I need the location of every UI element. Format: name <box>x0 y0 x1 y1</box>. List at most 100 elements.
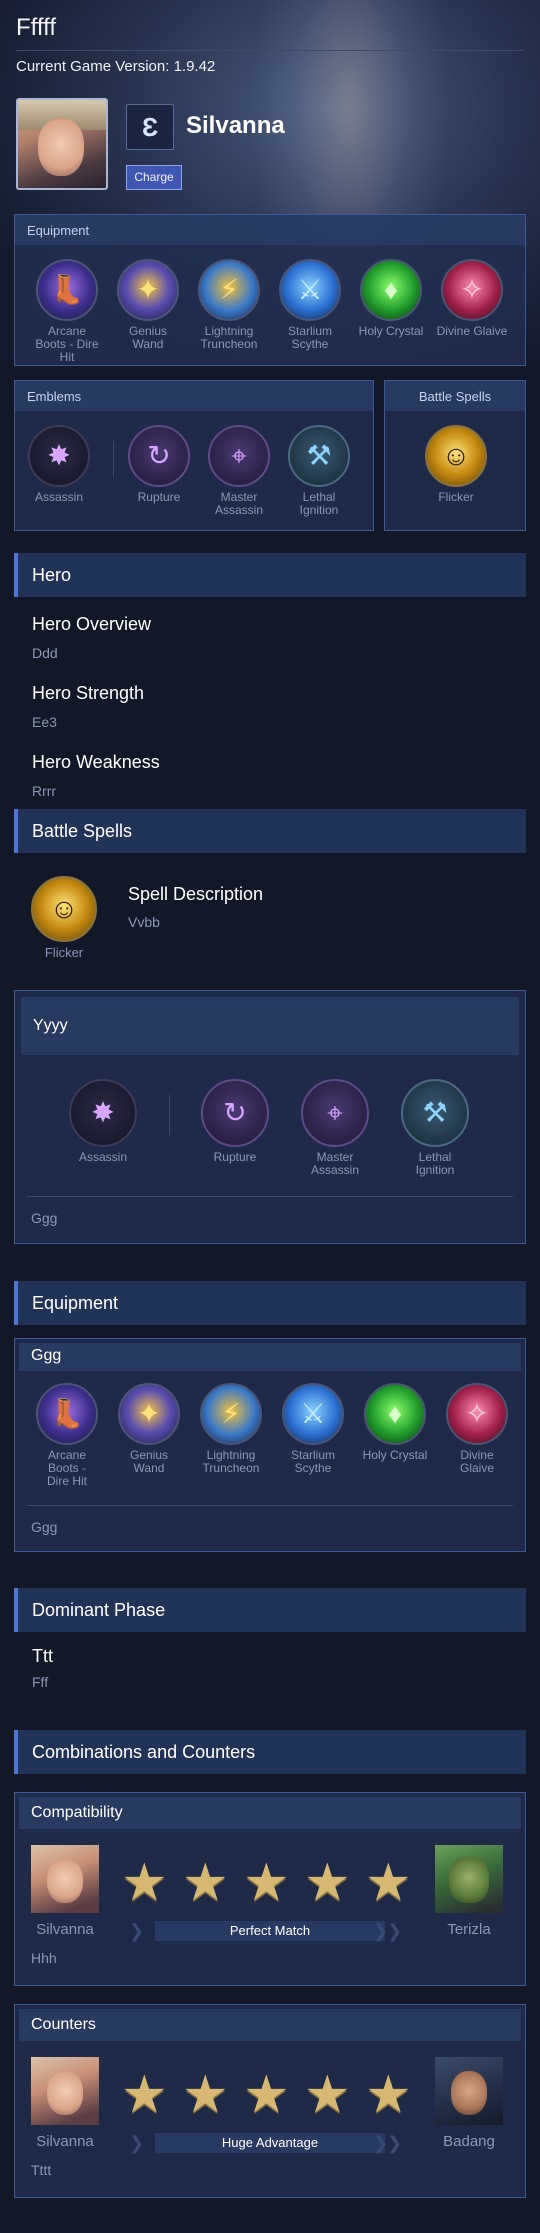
emblem-note: Ggg <box>31 1210 58 1226</box>
title-divider <box>16 50 524 51</box>
starlium-scythe-icon: ⚔ <box>282 1383 344 1445</box>
counters-panel: Counters Silvanna ★ ★ ★ ★ ★ ❯ Huge Advan… <box>14 2004 526 2198</box>
build-equipment-header: Equipment <box>15 215 525 245</box>
equipment-item[interactable]: ⚔ Starlium Scythe <box>274 259 346 351</box>
hero-avatar-terizla[interactable] <box>435 1845 503 1913</box>
hero-portrait <box>16 98 108 190</box>
emblem-item[interactable]: ⌖ Master Assassin <box>299 1079 371 1177</box>
lethal-ignition-talent-icon: ⚒ <box>288 425 350 487</box>
hero-strength-title: Hero Strength <box>32 683 145 703</box>
emblem-divider <box>113 441 114 477</box>
equipment-item[interactable]: 👢 Arcane Boots - Dire Hit <box>31 1383 103 1488</box>
genius-wand-icon: ✦ <box>117 259 179 321</box>
spell-description-title: Spell Description <box>128 884 264 904</box>
dominant-phase-text: Fff <box>32 1674 49 1690</box>
game-version: Current Game Version: 1.9.42 <box>16 58 216 75</box>
starlium-scythe-icon: ⚔ <box>279 259 341 321</box>
emblem-item[interactable]: ⚒ Lethal Ignition <box>283 425 355 517</box>
emblem-note-divider <box>27 1196 513 1197</box>
equipment-item[interactable]: ✦ Genius Wand <box>113 1383 185 1475</box>
hero-avatar-badang[interactable] <box>435 2057 503 2125</box>
equipment-item[interactable]: ⚔ Starlium Scythe <box>277 1383 349 1475</box>
flicker-spell-icon: ☺ <box>31 876 97 942</box>
chevron-right-icon: ❯ <box>373 2133 389 2153</box>
hero-strength-text: Ee3 <box>32 714 57 730</box>
charge-role-icon: Ɛ <box>126 104 174 150</box>
emblem-item[interactable]: ⚒ Lethal Ignition <box>399 1079 471 1177</box>
lightning-truncheon-icon: ⚡ <box>198 259 260 321</box>
spell-item[interactable]: ☺ Flicker <box>420 425 492 504</box>
equipment-item[interactable]: ⚡ Lightning Truncheon <box>193 259 265 351</box>
section-dominant-phase-header: Dominant Phase <box>14 1588 526 1632</box>
hero-name-right: Terizla <box>447 1921 491 1938</box>
dominant-phase-title: Ttt <box>32 1646 53 1666</box>
build-emblems-header: Emblems <box>15 381 373 411</box>
counters-note: Tttt <box>31 2162 52 2178</box>
rating-star-icon: ★ <box>365 2066 412 2124</box>
chevron-right-icon: ❯ <box>129 1921 145 1941</box>
lethal-ignition-talent-icon: ⚒ <box>401 1079 469 1147</box>
hero-avatar-silvanna[interactable] <box>31 1845 99 1913</box>
holy-crystal-icon: ♦ <box>364 1383 426 1445</box>
counters-header: Counters <box>19 2009 521 2041</box>
emblem-item[interactable]: ⌖ Master Assassin <box>203 425 275 517</box>
rating-star-icon: ★ <box>243 2066 290 2124</box>
equipment-item[interactable]: ♦ Holy Crystal <box>359 1383 431 1462</box>
spell-item[interactable]: ☺ Flicker <box>28 876 100 959</box>
lightning-truncheon-icon: ⚡ <box>200 1383 262 1445</box>
hero-name: Silvanna <box>186 112 285 139</box>
equipment-note: Ggg <box>31 1519 58 1535</box>
emblem-divider <box>169 1095 170 1135</box>
compatibility-header: Compatibility <box>19 1797 521 1829</box>
chevron-right-icon: ❯ <box>373 1921 389 1941</box>
equipment-item[interactable]: ♦ Holy Crystal <box>355 259 427 338</box>
rating-star-icon: ★ <box>182 1854 229 1912</box>
rupture-talent-icon: ↻ <box>128 425 190 487</box>
rating-star-icon: ★ <box>243 1854 290 1912</box>
emblem-section-header: Yyyy <box>21 997 519 1055</box>
arcane-boots-icon: 👢 <box>36 1383 98 1445</box>
hero-name-left: Silvanna <box>36 1921 94 1938</box>
rating-star-icon: ★ <box>121 2066 168 2124</box>
compatibility-note: Hhh <box>31 1950 57 1966</box>
equipment-item[interactable]: ✧ Divine Glaive <box>441 1383 513 1475</box>
hero-name-right: Badang <box>443 2133 495 2150</box>
section-combinations-header: Combinations and Counters <box>14 1730 526 1774</box>
assassin-emblem-icon: ✸ <box>28 425 90 487</box>
divine-glaive-icon: ✧ <box>446 1383 508 1445</box>
rating-label: Huge Advantage <box>155 2133 385 2153</box>
emblem-item[interactable]: ↻ Rupture <box>199 1079 271 1164</box>
build-emblems-panel: Emblems ✸ Assassin ↻ Rupture ⌖ Master As… <box>14 380 374 531</box>
arcane-boots-icon: 👢 <box>36 259 98 321</box>
equipment-section-panel: Ggg 👢 Arcane Boots - Dire Hit ✦ Genius W… <box>14 1338 526 1552</box>
holy-crystal-icon: ♦ <box>360 259 422 321</box>
rating-star-icon: ★ <box>121 1854 168 1912</box>
hero-name-left: Silvanna <box>36 2133 94 2150</box>
hero-avatar-silvanna[interactable] <box>31 2057 99 2125</box>
equipment-note-divider <box>27 1505 513 1506</box>
rupture-talent-icon: ↻ <box>201 1079 269 1147</box>
emblem-item[interactable]: ↻ Rupture <box>123 425 195 504</box>
emblem-item[interactable]: ✸ Assassin <box>23 425 95 504</box>
emblem-item[interactable]: ✸ Assassin <box>67 1079 139 1164</box>
equipment-item[interactable]: 👢 Arcane Boots - Dire Hit <box>31 259 103 364</box>
chevron-right-icon: ❯ <box>387 1921 403 1941</box>
rating-star-icon: ★ <box>182 2066 229 2124</box>
section-equipment-header: Equipment <box>14 1281 526 1325</box>
page-title: Fffff <box>16 14 57 41</box>
hero-weakness-text: Rrrr <box>32 783 57 799</box>
rating-star-icon: ★ <box>304 1854 351 1912</box>
chevron-right-icon: ❯ <box>129 2133 145 2153</box>
compatibility-panel: Compatibility Silvanna ★ ★ ★ ★ ★ ❯ Perfe… <box>14 1792 526 1986</box>
hero-overview-title: Hero Overview <box>32 614 152 634</box>
equipment-item[interactable]: ✧ Divine Glaive <box>436 259 508 338</box>
role-badge: Charge <box>126 165 182 190</box>
rating-label: Perfect Match <box>155 1921 385 1941</box>
equipment-item[interactable]: ✦ Genius Wand <box>112 259 184 351</box>
equipment-build-title: Ggg <box>19 1343 521 1371</box>
divine-glaive-icon: ✧ <box>441 259 503 321</box>
equipment-item[interactable]: ⚡ Lightning Truncheon <box>195 1383 267 1475</box>
section-battle-spells-header: Battle Spells <box>14 809 526 853</box>
rating-star-icon: ★ <box>365 1854 412 1912</box>
chevron-right-icon: ❯ <box>387 2133 403 2153</box>
